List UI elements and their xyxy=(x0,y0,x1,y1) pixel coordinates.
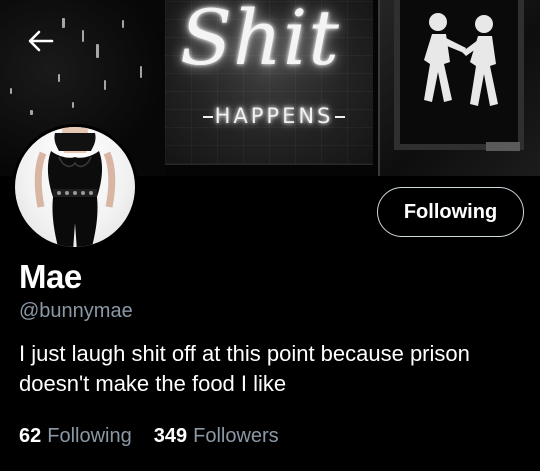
following-stat-link[interactable]: 62 Following xyxy=(19,425,132,448)
follow-stats: 62 Following 349 Followers xyxy=(19,425,279,448)
followers-label: Followers xyxy=(193,425,279,447)
back-button[interactable] xyxy=(22,22,60,60)
sign-frame xyxy=(394,0,524,150)
followers-count: 349 xyxy=(153,425,188,447)
following-button[interactable]: Following xyxy=(377,187,524,237)
neon-sign-subtext-label: HAPPENS xyxy=(214,104,334,128)
user-handle: @bunnymae xyxy=(19,300,133,322)
avatar-photo xyxy=(15,127,135,247)
sign-label-plate xyxy=(486,142,520,151)
followers-stat-link[interactable]: 349 Followers xyxy=(154,425,279,448)
profile-bio: I just laugh shit off at this point beca… xyxy=(19,341,470,396)
avatar[interactable] xyxy=(12,124,138,250)
neon-sign-subtext: HAPPENS xyxy=(186,104,362,128)
arrow-left-icon xyxy=(28,30,54,52)
neon-sign-text: Shit xyxy=(180,0,340,82)
banner-crossing-sign-photo xyxy=(378,0,540,176)
following-count: 62 xyxy=(19,425,42,447)
walking-figures-icon xyxy=(424,13,498,106)
display-name: Mae xyxy=(19,258,82,295)
avatar-figure-image xyxy=(34,127,116,247)
profile-page: Shit HAPPENS Following Mae @bunnymae I j… xyxy=(0,0,540,471)
following-label: Following xyxy=(47,425,132,447)
